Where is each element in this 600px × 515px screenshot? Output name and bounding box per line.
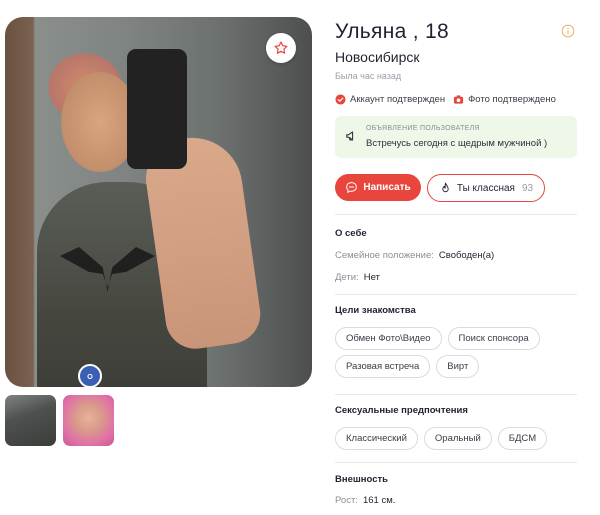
marital-status-row: Семейное положение: Свободен(а): [335, 250, 494, 261]
kids-row: Дети: Нет: [335, 272, 380, 283]
preference-chip[interactable]: БДСМ: [497, 427, 548, 450]
camera-icon: [453, 95, 464, 104]
compliment-button[interactable]: Ты классная 93: [427, 174, 545, 202]
preferences-section-title: Сексуальные предпочтения: [335, 405, 468, 416]
height-value: 161 см.: [362, 495, 396, 506]
photo-thumbnail-1[interactable]: [5, 395, 56, 446]
profile-name-age: Ульяна , 18: [335, 20, 449, 43]
verification-badges: Аккаунт подтвержден Фото подтверждено: [335, 94, 564, 105]
goals-chip-list: Обмен Фото\Видео Поиск спонсора Разовая …: [335, 327, 585, 378]
goal-chip[interactable]: Вирт: [436, 355, 480, 378]
marital-status-label: Семейное положение:: [335, 250, 434, 261]
preference-chip[interactable]: Оральный: [423, 427, 492, 450]
photo-verified-label: Фото подтверждено: [468, 94, 556, 105]
account-verified-badge: Аккаунт подтвержден: [335, 94, 445, 105]
camera-icon: [87, 373, 93, 380]
info-icon[interactable]: [561, 24, 575, 38]
divider: [335, 462, 577, 463]
last-seen-status: Была час назад: [335, 71, 402, 81]
favorite-button[interactable]: [266, 33, 296, 63]
goal-chip[interactable]: Обмен Фото\Видео: [335, 327, 442, 350]
write-message-button[interactable]: Написать: [335, 174, 421, 201]
main-photo[interactable]: [5, 17, 312, 387]
star-icon: [274, 41, 288, 54]
goal-chip[interactable]: Разовая встреча: [335, 355, 431, 378]
preferences-chip-list: Классический Оральный БДСМ: [335, 427, 585, 450]
megaphone-icon: [346, 131, 354, 141]
kids-value: Нет: [363, 272, 380, 283]
photo-verified-badge: [78, 364, 102, 388]
goal-chip[interactable]: Поиск спонсора: [447, 327, 540, 350]
preference-chip[interactable]: Классический: [335, 427, 418, 450]
photo-verified-badge-row: Фото подтверждено: [453, 94, 556, 105]
marital-status-value: Свободен(а): [438, 250, 495, 261]
announcement-text: Встречусь сегодня с щедрым мужчиной ): [366, 138, 548, 149]
height-row: Рост: 161 см.: [335, 495, 395, 506]
account-verified-label: Аккаунт подтвержден: [350, 94, 446, 105]
photo-thumbnail-2[interactable]: [63, 395, 114, 446]
kids-label: Дети:: [335, 272, 359, 283]
divider: [335, 294, 577, 295]
compliment-label: Ты классная: [456, 182, 515, 194]
divider: [335, 214, 577, 215]
flame-icon: [442, 182, 449, 192]
goals-section-title: Цели знакомства: [335, 305, 416, 316]
height-label: Рост:: [335, 495, 358, 506]
announcement-label: ОБЪЯВЛЕНИЕ ПОЛЬЗОВАТЕЛЯ: [366, 125, 480, 132]
photo-phone-detail: [127, 49, 187, 169]
about-section-title: О себе: [335, 228, 367, 239]
write-message-label: Написать: [363, 182, 411, 193]
divider: [335, 394, 577, 395]
profile-city: Новосибирск: [335, 49, 420, 65]
user-announcement: ОБЪЯВЛЕНИЕ ПОЛЬЗОВАТЕЛЯ Встречусь сегодн…: [335, 116, 577, 158]
appearance-section-title: Внешность: [335, 474, 388, 485]
check-circle-icon: [335, 94, 346, 105]
chat-bubble-icon: [346, 182, 358, 193]
compliment-count: 93: [521, 182, 534, 194]
